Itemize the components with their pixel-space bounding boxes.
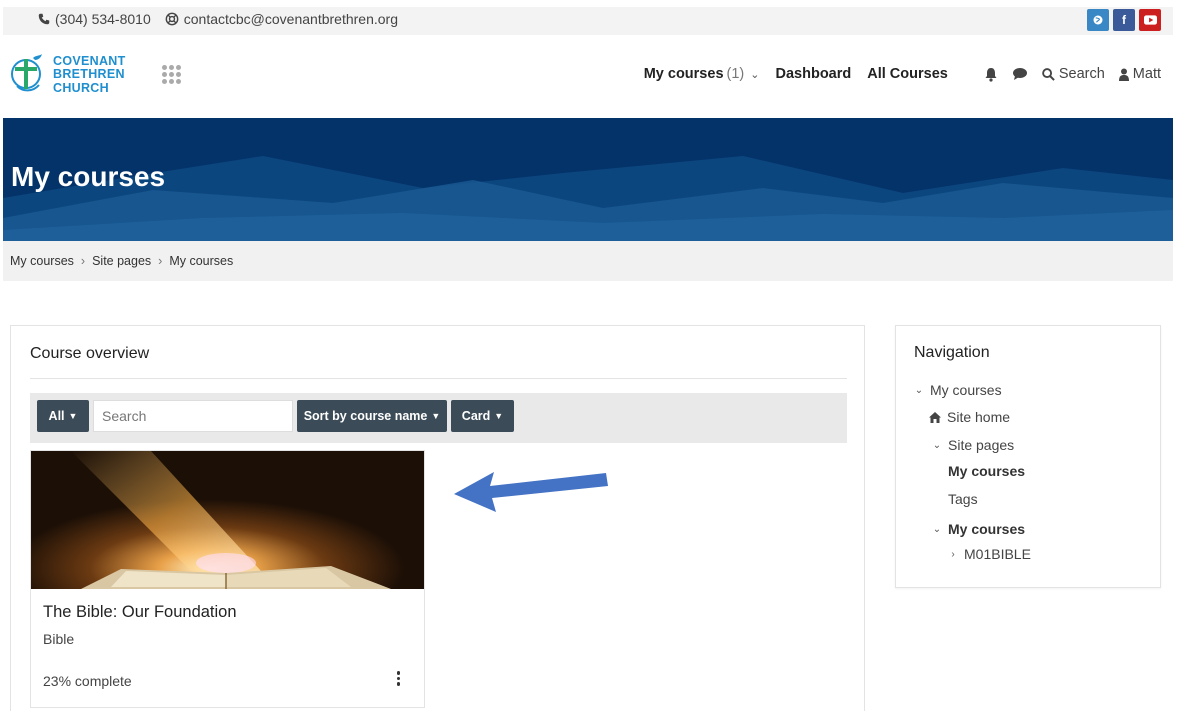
nav-tree-course-m01bible[interactable]: › M01BIBLE (948, 546, 1031, 562)
chevron-down-icon: ▼ (68, 411, 78, 421)
page-header-banner: My courses (3, 118, 1173, 241)
view-dropdown[interactable]: Card ▼ (451, 400, 514, 432)
breadcrumb-item[interactable]: My courses (169, 254, 233, 268)
course-progress: 23% complete (43, 673, 132, 689)
nav-tree-label: M01BIBLE (964, 546, 1031, 562)
course-image[interactable] (31, 451, 424, 589)
filter-all-dropdown[interactable]: All ▼ (37, 400, 89, 432)
nav-tree-label: Site pages (948, 437, 1015, 453)
phone-item: (304) 534-8010 (38, 11, 151, 27)
nav-tree-label: Tags (948, 491, 978, 507)
nav-tree-label: My courses (948, 463, 1026, 479)
nav-all-courses[interactable]: All Courses (867, 66, 948, 82)
cross-logo-icon (11, 54, 42, 92)
chevron-down-icon: ▼ (431, 411, 441, 421)
search-link[interactable]: Search (1042, 66, 1105, 82)
nav-tree-site-pages[interactable]: ⌄ Site pages (932, 437, 1014, 453)
chevron-down-icon: ⌄ (932, 523, 942, 535)
breadcrumb-item[interactable]: Site pages (92, 254, 151, 268)
lifebuoy-icon (165, 12, 179, 26)
facebook-icon[interactable]: f (1113, 9, 1135, 31)
mountain-background (3, 156, 1173, 241)
primary-nav: My courses (1) ⌄ Dashboard All Courses Se… (628, 66, 1161, 82)
annotation-arrow (454, 472, 608, 512)
chevron-down-icon: ⌄ (932, 439, 942, 451)
chevron-right-icon: › (158, 254, 163, 268)
nav-tree-my-courses-current[interactable]: My courses (948, 463, 1025, 479)
globe-icon[interactable] (1087, 9, 1109, 31)
nav-tree-tags[interactable]: Tags (948, 491, 978, 507)
sort-label: Sort by course name (303, 409, 428, 423)
search-link-label: Search (1058, 66, 1105, 82)
course-title[interactable]: The Bible: Our Foundation (43, 603, 237, 622)
course-overview-title: Course overview (30, 345, 150, 362)
course-filter-bar: All ▼ Sort by course name ▼ Card ▼ (30, 393, 847, 443)
contact-bar: (304) 534-8010 contactcbc@covenantbrethr… (3, 7, 1173, 35)
nav-tree-my-courses[interactable]: ⌄ My courses (914, 382, 1002, 398)
filter-all-label: All (48, 409, 65, 423)
site-header: COVENANT BRETHREN CHURCH My courses (1) ⌄… (3, 35, 1173, 118)
chevron-right-icon: › (80, 254, 86, 268)
email-item[interactable]: contactcbc@covenantbrethren.org (165, 11, 398, 27)
nav-tree-label: My courses (948, 521, 1026, 537)
navigation-block: Navigation ⌄ My courses Site home ⌄ Site… (895, 325, 1161, 588)
course-search-input[interactable] (93, 400, 293, 432)
navigation-title: Navigation (914, 344, 990, 361)
nav-tree-label: Site home (947, 409, 1011, 425)
kebab-menu-icon[interactable] (396, 671, 400, 686)
home-icon (929, 411, 941, 423)
chevron-down-icon: ⌄ (914, 384, 924, 396)
phone-icon (38, 13, 50, 25)
nav-my-courses-label: My courses (643, 66, 724, 82)
sort-dropdown[interactable]: Sort by course name ▼ (297, 400, 447, 432)
logo-line: CHURCH (53, 80, 109, 95)
chevron-down-icon: ▼ (494, 411, 504, 421)
nav-tree-label: My courses (930, 382, 1002, 398)
nav-course-count: (1) (726, 66, 745, 82)
logo-text: COVENANT BRETHREN CHURCH (53, 53, 126, 96)
breadcrumb-item[interactable]: My courses (10, 254, 74, 268)
notifications-bell-icon[interactable] (984, 67, 998, 82)
search-icon (1042, 67, 1055, 81)
youtube-icon[interactable] (1139, 9, 1161, 31)
social-links: f (1087, 9, 1161, 31)
email-link[interactable]: contactcbc@covenantbrethren.org (184, 11, 398, 27)
logo-line: COVENANT (53, 53, 126, 68)
page-title: My courses (11, 161, 166, 192)
messages-icon[interactable] (1012, 67, 1028, 81)
course-category: Bible (43, 631, 75, 647)
user-menu[interactable]: Matt (1118, 66, 1161, 82)
breadcrumb: My courses › Site pages › My courses (3, 241, 1173, 281)
divider (30, 378, 847, 379)
logo-line: BRETHREN (53, 67, 125, 82)
chevron-down-icon: ⌄ (750, 69, 760, 81)
site-logo[interactable]: COVENANT BRETHREN CHURCH (9, 52, 126, 98)
chevron-right-icon: › (951, 548, 955, 560)
course-card[interactable]: The Bible: Our Foundation Bible 23% comp… (30, 450, 425, 708)
phone-number: (304) 534-8010 (55, 11, 151, 27)
view-label: Card (461, 409, 491, 423)
contact-info: (304) 534-8010 contactcbc@covenantbrethr… (38, 11, 398, 27)
nav-my-courses[interactable]: My courses (1) ⌄ (644, 66, 760, 82)
user-name: Matt (1132, 66, 1161, 82)
course-overview-block: Course overview All ▼ Sort by course nam… (10, 325, 865, 711)
app-launcher-icon[interactable] (162, 65, 181, 84)
nav-tree-my-courses-section[interactable]: ⌄ My courses (932, 521, 1025, 537)
nav-tree-site-home[interactable]: Site home (929, 409, 1010, 425)
user-icon (1118, 68, 1129, 81)
nav-dashboard[interactable]: Dashboard (776, 66, 852, 82)
